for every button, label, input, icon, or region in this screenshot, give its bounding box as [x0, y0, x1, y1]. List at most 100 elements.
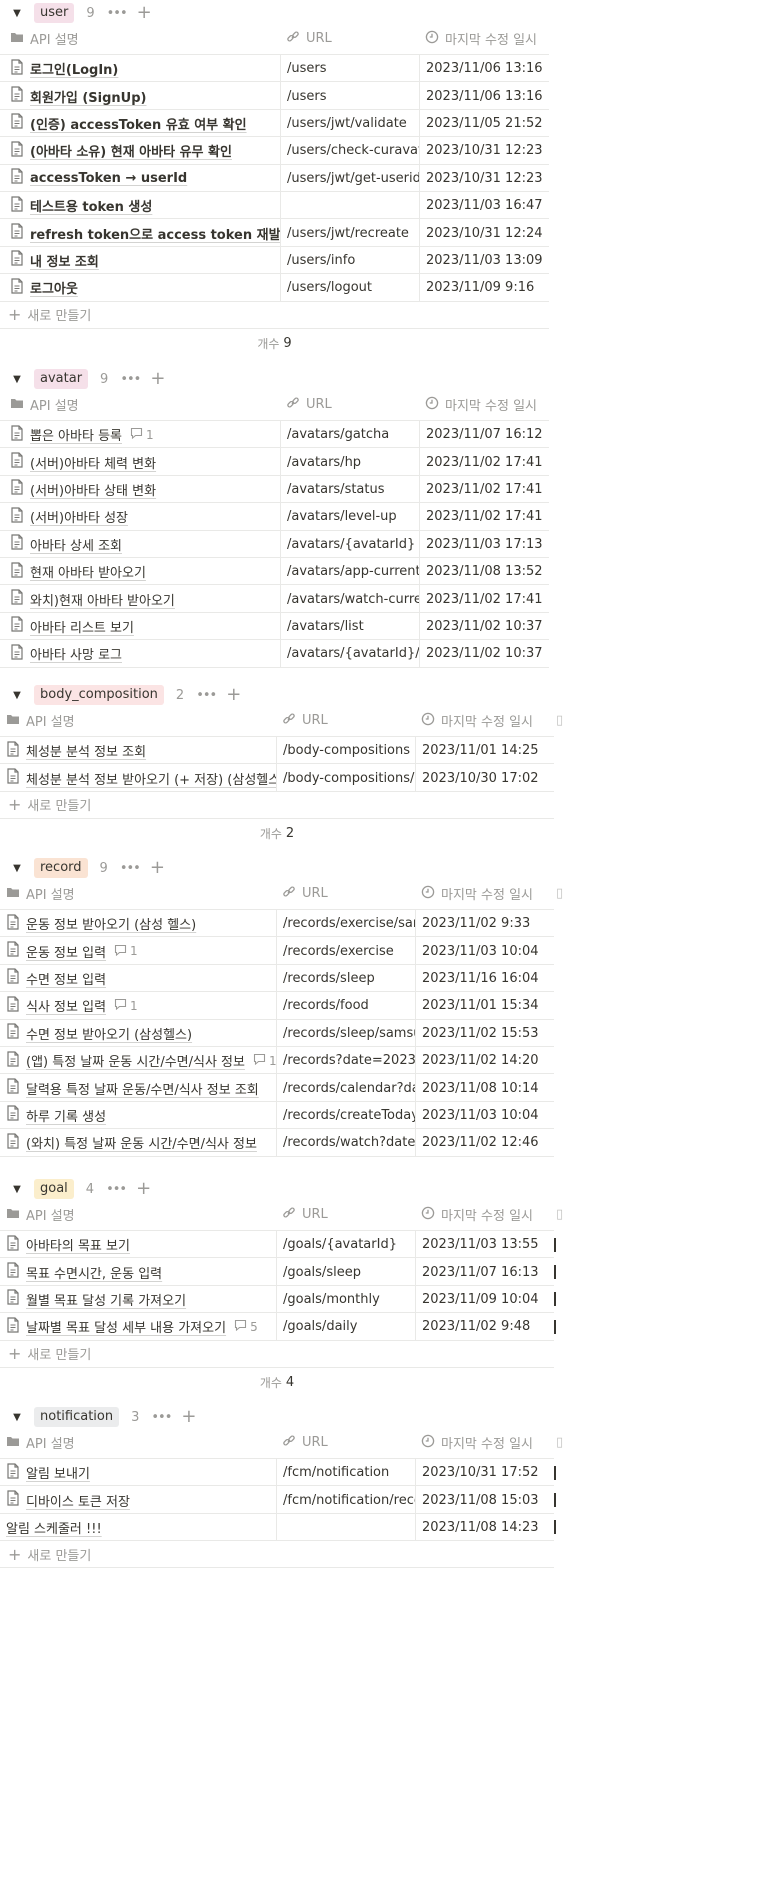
desc-cell[interactable]: (와치) 특정 날짜 운동 시간/수면/식사 정보	[6, 1129, 276, 1156]
toggle-triangle-icon[interactable]: ▼	[10, 374, 24, 385]
desc-cell[interactable]: 월별 목표 달성 기록 가져오기	[6, 1286, 276, 1313]
url-cell[interactable]: /avatars/hp	[280, 448, 419, 476]
column-header-desc[interactable]: API 설명	[10, 388, 79, 421]
url-cell[interactable]: /records/createTodayRecc	[276, 1101, 415, 1130]
column-header-desc[interactable]: API 설명	[6, 1426, 75, 1459]
table-row[interactable]: 운동 정보 입력 1/records/exercise 2023/11/03 10:…	[0, 937, 554, 965]
table-row[interactable]: 아바타 상세 조회/avatars/{avatarId} 2023/11/03 1…	[0, 530, 549, 558]
table-row[interactable]: 아바타 사망 로그/avatars/{avatarId}/death- 2023/…	[0, 640, 549, 668]
desc-cell[interactable]: (서버)아바타 체력 변화	[10, 448, 280, 475]
table-row[interactable]: 식사 정보 입력 1/records/food 2023/11/01 15:34	[0, 992, 554, 1020]
comment-count[interactable]: 1	[114, 998, 138, 1013]
url-cell[interactable]: /avatars/app-current	[280, 558, 419, 586]
group-tag[interactable]: avatar	[34, 369, 89, 389]
row-title[interactable]: 하루 기록 생성	[26, 1106, 106, 1125]
more-options-icon[interactable]: •••	[120, 372, 141, 387]
url-cell[interactable]: /goals/sleep	[276, 1258, 415, 1286]
column-header-modified[interactable]: 마지막 수정 일시	[425, 388, 537, 421]
row-title[interactable]: 테스트용 token 생성	[30, 196, 152, 215]
new-row-button[interactable]: + 새로 만들기	[0, 302, 549, 329]
table-row[interactable]: 수면 정보 받아오기 (삼성헬스) /records/sleep/samsung 2…	[0, 1019, 554, 1047]
row-title[interactable]: 월별 목표 달성 기록 가져오기	[26, 1290, 186, 1309]
url-cell[interactable]: /fcm/notification/record	[276, 1486, 415, 1514]
row-title[interactable]: 내 정보 조회	[30, 251, 99, 270]
group-tag[interactable]: record	[34, 858, 88, 878]
desc-cell[interactable]: refresh token으로 access token 재발급	[10, 219, 280, 246]
desc-cell[interactable]: 알림 스케줄러 !!!	[6, 1514, 276, 1541]
column-header-url[interactable]: URL	[282, 1198, 328, 1231]
more-options-icon[interactable]: •••	[107, 6, 128, 21]
add-icon[interactable]: +	[150, 370, 165, 388]
row-title[interactable]: 아바타 상세 조회	[30, 535, 122, 554]
desc-cell[interactable]: 로그아웃	[10, 274, 280, 301]
table-row[interactable]: 내 정보 조회/users/info 2023/11/03 13:09	[0, 246, 549, 275]
table-row[interactable]: 아바타의 목표 보기/goals/{avatarId} 2023/11/03 13…	[0, 1231, 556, 1259]
toggle-triangle-icon[interactable]: ▼	[10, 863, 24, 874]
table-row[interactable]: 날짜별 목표 달성 세부 내용 가져오기 5/goals/daily 2023/11…	[0, 1313, 556, 1341]
desc-cell[interactable]: 수면 정보 입력	[6, 965, 276, 992]
url-cell[interactable]: /avatars/level-up	[280, 503, 419, 531]
comment-count[interactable]: 1	[130, 427, 154, 442]
table-row[interactable]: 수면 정보 입력/records/sleep 2023/11/16 16:04	[0, 964, 554, 993]
comment-count[interactable]: 1	[253, 1053, 276, 1068]
row-title[interactable]: 아바타 사망 로그	[30, 644, 122, 663]
add-icon[interactable]: +	[150, 859, 165, 877]
row-title[interactable]: 뽑은 아바타 등록	[30, 425, 122, 444]
column-header-desc[interactable]: API 설명	[10, 22, 79, 55]
row-title[interactable]: 수면 정보 입력	[26, 969, 106, 988]
row-title[interactable]: 체성분 분석 정보 조회	[26, 741, 146, 760]
url-cell[interactable]: /users/info	[280, 246, 419, 275]
table-row[interactable]: 로그인(LogIn) /users 2023/11/06 13:16	[0, 55, 549, 83]
table-row[interactable]: 체성분 분석 정보 받아오기 (+ 저장) (삼성헬스) /body-compos…	[0, 764, 554, 792]
desc-cell[interactable]: accessToken → userId	[10, 165, 280, 192]
column-header-modified[interactable]: 마지막 수정 일시	[425, 22, 537, 55]
column-header-desc[interactable]: API 설명	[6, 704, 75, 737]
row-title[interactable]: 로그인(LogIn)	[30, 59, 118, 78]
row-title[interactable]: 현재 아바타 받아오기	[30, 562, 146, 581]
url-cell[interactable]: /records/exercise	[276, 937, 415, 965]
column-header-url[interactable]: URL	[282, 1426, 328, 1459]
toggle-triangle-icon[interactable]: ▼	[10, 8, 24, 19]
desc-cell[interactable]: 체성분 분석 정보 조회	[6, 737, 276, 764]
group-tag[interactable]: user	[34, 3, 75, 23]
url-cell[interactable]: /records/calendar?date=2	[276, 1074, 415, 1102]
row-title[interactable]: 알림 스케줄러 !!!	[6, 1518, 102, 1537]
url-cell[interactable]: /records/exercise/samsun	[276, 910, 415, 938]
more-options-icon[interactable]: •••	[151, 1410, 172, 1425]
column-header-url[interactable]: URL	[286, 388, 332, 421]
table-row[interactable]: (앱) 특정 날짜 운동 시간/수면/식사 정보 1/records?date=2…	[0, 1047, 554, 1075]
desc-cell[interactable]: 와치)현재 아바타 받아오기	[10, 585, 280, 612]
table-row[interactable]: (인증) accessToken 유효 여부 확인/users/jwt/vali…	[0, 109, 549, 138]
desc-cell[interactable]: 식사 정보 입력 1	[6, 992, 276, 1019]
column-header-extra[interactable]: ▯	[556, 877, 563, 910]
desc-cell[interactable]: 뽑은 아바타 등록 1	[10, 421, 280, 448]
comment-count[interactable]: 5	[234, 1319, 258, 1334]
desc-cell[interactable]: (앱) 특정 날짜 운동 시간/수면/식사 정보 1	[6, 1047, 276, 1074]
comment-count[interactable]: 1	[114, 944, 138, 959]
row-title[interactable]: (서버)아바타 성장	[30, 507, 128, 526]
row-title[interactable]: (앱) 특정 날짜 운동 시간/수면/식사 정보	[26, 1051, 245, 1070]
add-icon[interactable]: +	[136, 1180, 151, 1198]
column-header-extra[interactable]: ▯	[556, 704, 563, 737]
url-cell[interactable]: /avatars/list	[280, 612, 419, 641]
table-row[interactable]: 로그아웃/users/logout 2023/11/09 9:16	[0, 274, 549, 302]
column-header-desc[interactable]: API 설명	[6, 877, 75, 910]
row-title[interactable]: 식사 정보 입력	[26, 996, 106, 1015]
table-row[interactable]: refresh token으로 access token 재발급/users/j…	[0, 219, 549, 247]
table-row[interactable]: 알림 보내기/fcm/notification 2023/10/31 17:52	[0, 1459, 556, 1487]
desc-cell[interactable]: 아바타 사망 로그	[10, 640, 280, 667]
row-title[interactable]: 운동 정보 입력	[26, 942, 106, 961]
desc-cell[interactable]: 수면 정보 받아오기 (삼성헬스)	[6, 1020, 276, 1047]
desc-cell[interactable]: 아바타의 목표 보기	[6, 1231, 276, 1258]
url-cell[interactable]: /avatars/{avatarId}	[280, 530, 419, 558]
row-title[interactable]: 회원가입 (SignUp)	[30, 87, 147, 106]
url-cell[interactable]: /users	[280, 82, 419, 110]
table-row[interactable]: 회원가입 (SignUp) /users 2023/11/06 13:16	[0, 82, 549, 110]
url-cell[interactable]: /avatars/status	[280, 475, 419, 504]
table-row[interactable]: 디바이스 토큰 저장/fcm/notification/record 2023/1…	[0, 1486, 556, 1514]
desc-cell[interactable]: 회원가입 (SignUp)	[10, 82, 280, 109]
more-options-icon[interactable]: •••	[196, 688, 217, 703]
url-cell[interactable]: /records/sleep	[276, 964, 415, 993]
toggle-triangle-icon[interactable]: ▼	[10, 690, 24, 701]
new-row-button[interactable]: + 새로 만들기	[0, 1341, 554, 1368]
